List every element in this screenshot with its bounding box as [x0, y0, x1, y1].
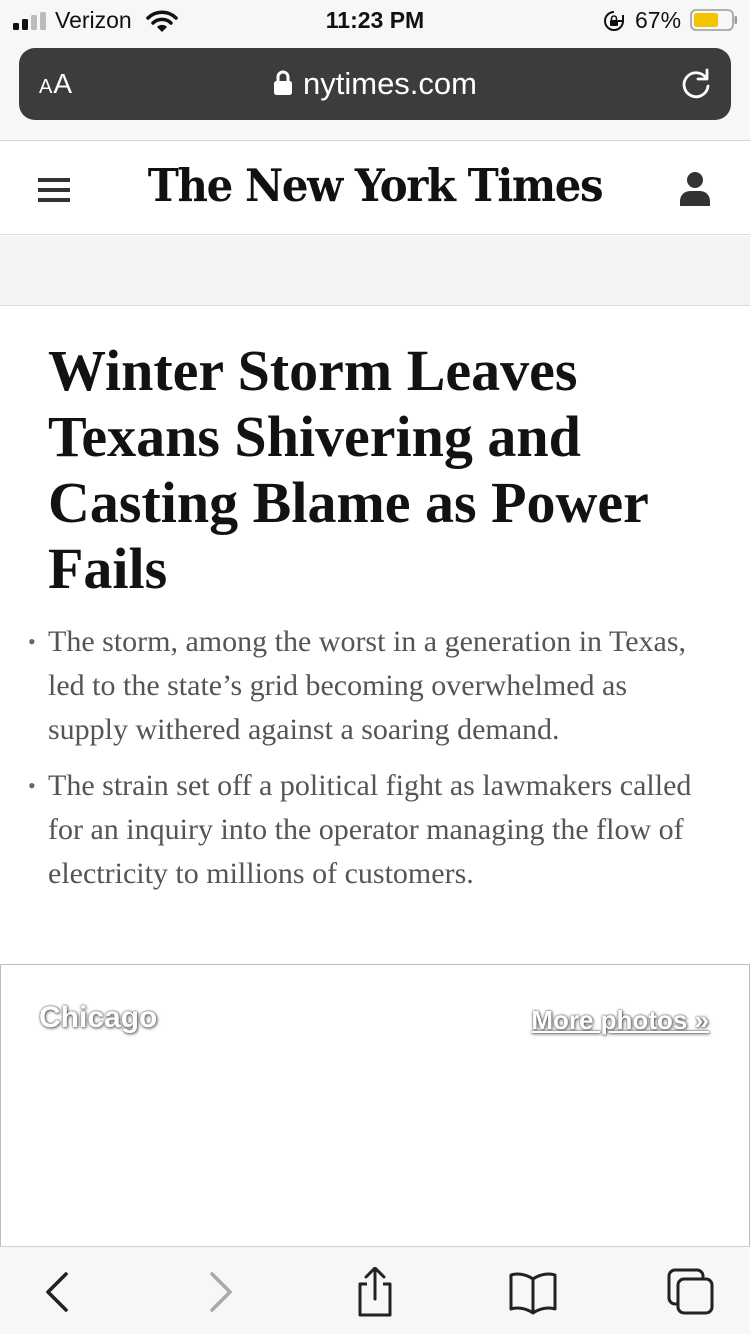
tabs-icon[interactable] [666, 1267, 716, 1317]
lock-icon [274, 70, 292, 95]
summary-text: The storm, among the worst in a generati… [48, 625, 687, 746]
address-bar[interactable]: AA nytimes.com [19, 48, 731, 120]
back-icon[interactable] [34, 1267, 84, 1317]
photo-module[interactable]: Chicago More photos » [0, 964, 750, 1248]
battery-percent: 67% [635, 7, 682, 33]
bullet-icon: • [28, 629, 36, 654]
share-icon[interactable] [350, 1267, 400, 1317]
summary-item: • The storm, among the worst in a genera… [0, 620, 750, 752]
bookmarks-icon[interactable] [508, 1267, 558, 1317]
photo-location-label: Chicago [39, 1001, 158, 1034]
ad-placeholder [0, 236, 750, 306]
status-bar: Verizon 11:23 PM 67% [0, 0, 750, 42]
browser-top-bar: AA nytimes.com [0, 42, 750, 141]
rotation-lock-icon [604, 11, 624, 31]
summary-item: • The strain set off a political fight a… [0, 764, 750, 896]
browser-toolbar [0, 1246, 750, 1334]
account-icon[interactable] [678, 170, 712, 206]
forward-icon[interactable] [194, 1267, 244, 1317]
url-text: nytimes.com [303, 66, 477, 101]
battery-icon [690, 9, 737, 31]
article-summary: • The storm, among the worst in a genera… [0, 620, 750, 908]
more-photos-link[interactable]: More photos » [531, 1005, 709, 1036]
article-headline[interactable]: Winter Storm Leaves Texans Shivering and… [48, 338, 728, 602]
summary-text: The strain set off a political fight as … [48, 769, 692, 890]
bullet-icon: • [28, 773, 36, 798]
reload-icon[interactable] [679, 67, 713, 101]
site-header: The New York Times [0, 141, 750, 235]
url-field[interactable]: nytimes.com [19, 66, 731, 102]
site-logo[interactable]: The New York Times [26, 159, 724, 212]
